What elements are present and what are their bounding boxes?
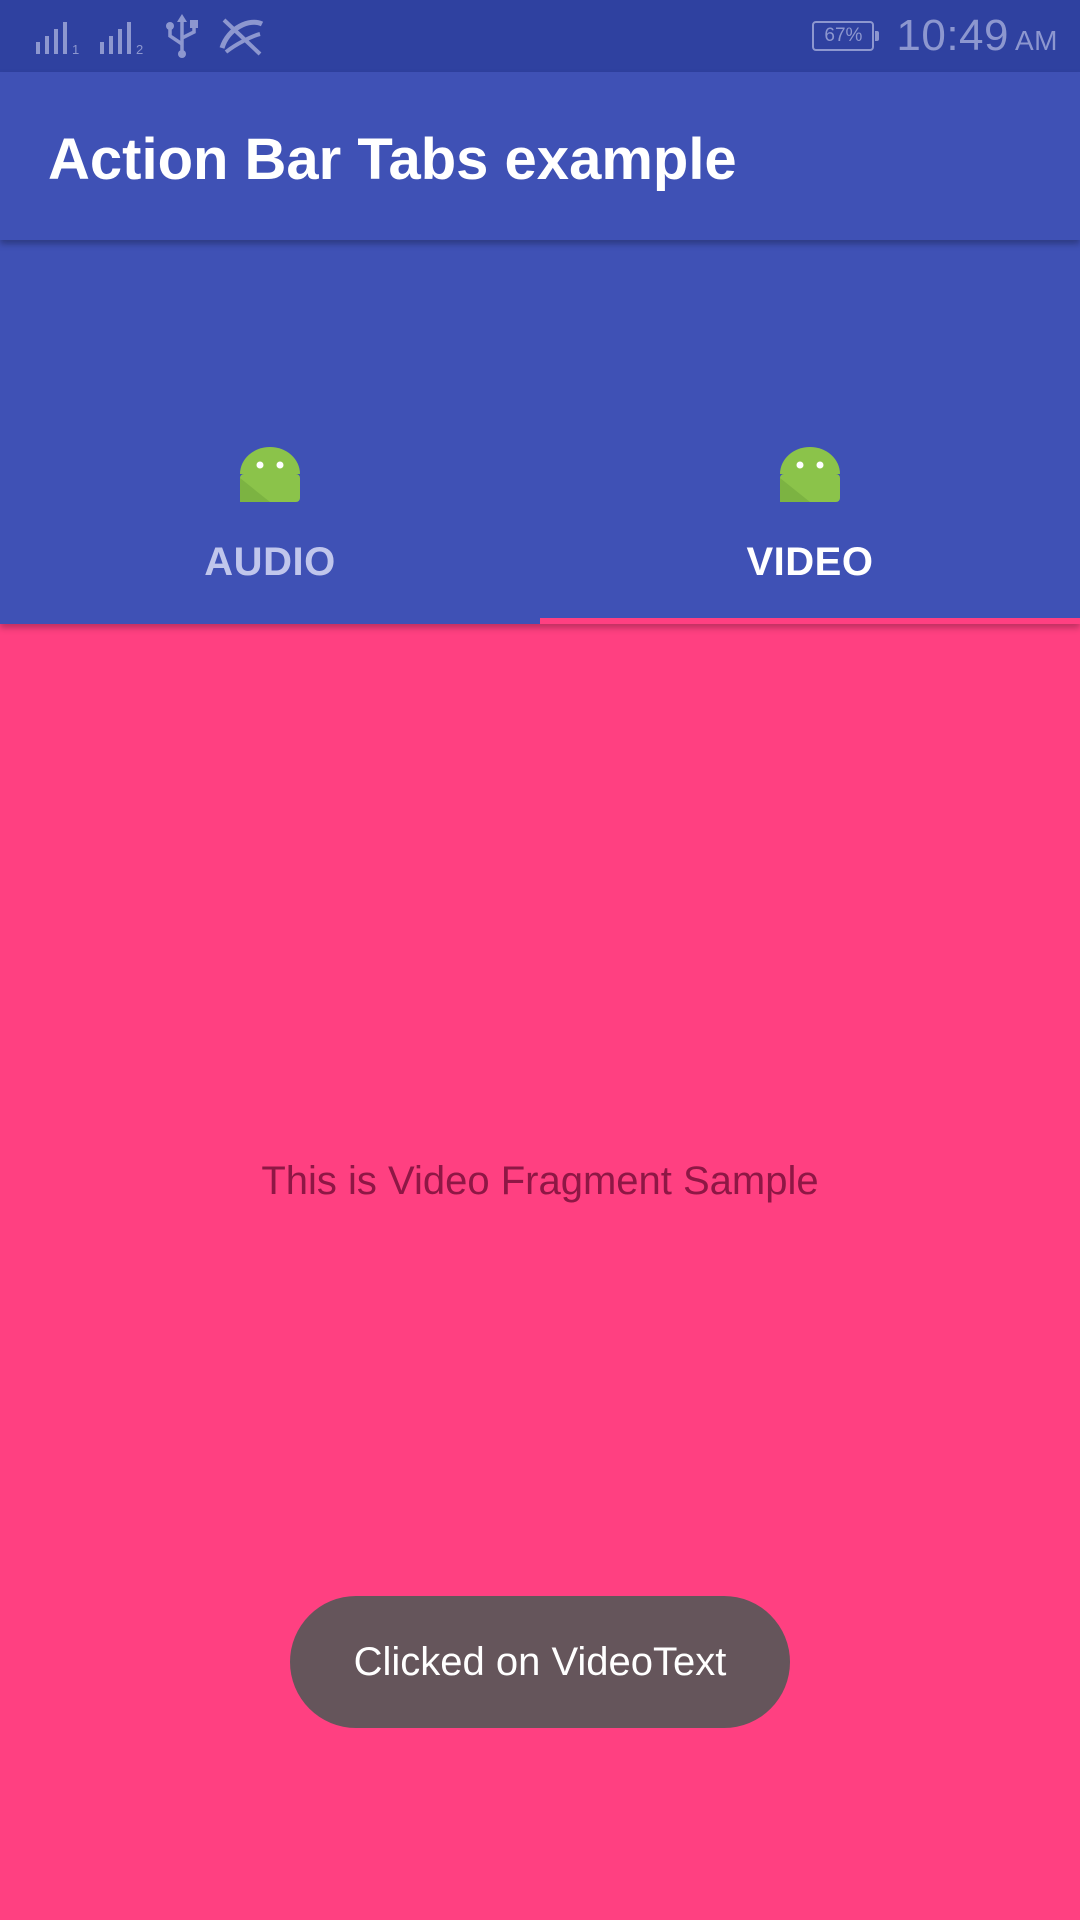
signal-sim2-label: 2 (136, 42, 143, 56)
toolbar-title: Action Bar Tabs example (48, 127, 737, 192)
status-icons-left: 1 2 (34, 14, 268, 58)
status-icons-right: 67% 10:49 AM (812, 8, 1058, 64)
selected-tab-indicator (540, 618, 1080, 624)
clock-ampm: AM (1015, 25, 1058, 56)
toast-text: Clicked on VideoText (353, 1639, 727, 1684)
status-bar: 1 2 67% 10:49 AM (0, 0, 1080, 72)
clock-time: 10:49 (896, 11, 1009, 60)
tab-audio-label: AUDIO (204, 540, 336, 584)
battery-level: 67% (824, 25, 863, 46)
signal-sim2-icon: 2 (100, 22, 143, 56)
usb-icon (166, 14, 198, 58)
tab-video[interactable]: VIDEO (540, 240, 1080, 624)
battery-icon: 67% (812, 21, 880, 51)
tab-bar: AUDIO VIDEO (0, 240, 1080, 624)
tab-audio[interactable]: AUDIO (0, 240, 540, 624)
android-icon (780, 447, 840, 502)
signal-sim1-label: 1 (72, 42, 79, 56)
tab-video-label: VIDEO (746, 540, 874, 584)
video-fragment-text[interactable]: This is Video Fragment Sample (0, 1159, 1080, 1204)
app-toolbar: Action Bar Tabs example (0, 72, 1080, 240)
app-screen: 1 2 67% 10:49 AM Action Bar Tabs example… (0, 0, 1080, 1920)
toast-message: Clicked on VideoText (290, 1596, 790, 1728)
mute-icon (219, 18, 264, 56)
signal-sim1-icon: 1 (36, 22, 79, 56)
android-icon (240, 447, 300, 502)
status-clock: 10:49 AM (896, 11, 1058, 61)
